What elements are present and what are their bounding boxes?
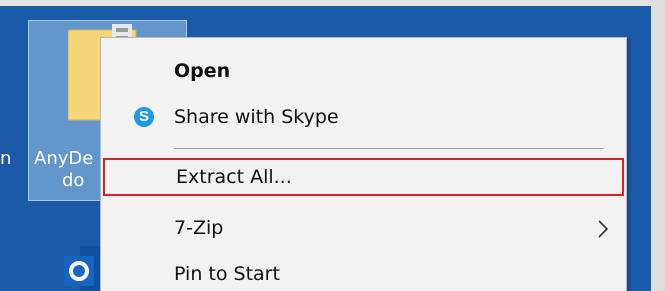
right-frame (651, 0, 665, 291)
context-menu: Open S Share with Skype Extract All... 7… (100, 37, 627, 291)
menu-item-label: 7-Zip (174, 217, 224, 239)
menu-item-7zip[interactable]: 7-Zip (101, 209, 626, 249)
menu-item-open[interactable]: Open (101, 52, 626, 92)
menu-separator (174, 148, 604, 149)
menu-item-pin-to-start[interactable]: Pin to Start (101, 255, 626, 291)
skype-icon: S (134, 107, 154, 127)
chevron-right-icon (598, 220, 609, 238)
menu-item-label: Open (174, 60, 231, 82)
top-frame (0, 0, 665, 6)
menu-item-label: Share with Skype (174, 106, 339, 128)
menu-item-extract-all[interactable]: Extract All... (103, 158, 624, 196)
menu-item-label: Pin to Start (174, 263, 280, 285)
menu-item-share-with-skype[interactable]: S Share with Skype (101, 98, 626, 138)
screen: n AnyDe do Open S Share with Skype Extra… (0, 0, 665, 291)
menu-item-label: Extract All... (176, 166, 292, 188)
partial-desktop-icon-label: n (0, 148, 10, 169)
